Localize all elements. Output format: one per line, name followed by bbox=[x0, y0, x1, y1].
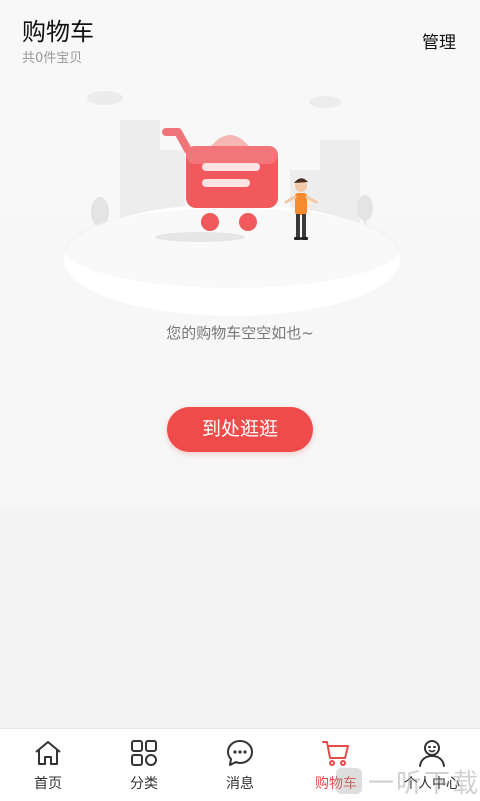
tab-message-label: 消息 bbox=[226, 776, 254, 792]
page-header: 购物车 共0件宝贝 管理 bbox=[0, 0, 480, 80]
browse-button[interactable]: 到处逛逛 bbox=[167, 407, 313, 452]
tab-category[interactable]: 分类 bbox=[96, 729, 192, 801]
bottom-tab-bar: 首页 分类 消息 购物车 个人中心 bbox=[0, 728, 480, 801]
tab-message[interactable]: 消息 bbox=[192, 729, 288, 801]
profile-icon bbox=[419, 740, 445, 767]
category-icon bbox=[131, 740, 157, 766]
message-icon bbox=[227, 740, 253, 766]
tab-cart[interactable]: 购物车 bbox=[288, 729, 384, 801]
home-icon bbox=[35, 741, 61, 765]
tab-home[interactable]: 首页 bbox=[0, 729, 96, 801]
empty-cart-message: 您的购物车空空如也~ bbox=[166, 324, 314, 342]
tab-cart-label: 购物车 bbox=[315, 776, 357, 792]
empty-cart-illustration bbox=[64, 91, 400, 316]
manage-button[interactable]: 管理 bbox=[422, 28, 456, 53]
cart-icon bbox=[322, 741, 349, 766]
tab-home-label: 首页 bbox=[34, 776, 62, 792]
tab-profile[interactable]: 个人中心 bbox=[384, 729, 480, 801]
item-count: 共0件宝贝 bbox=[22, 51, 83, 66]
tab-category-label: 分类 bbox=[130, 776, 158, 792]
tab-profile-label: 个人中心 bbox=[404, 776, 460, 792]
page-title: 购物车 bbox=[22, 18, 94, 46]
